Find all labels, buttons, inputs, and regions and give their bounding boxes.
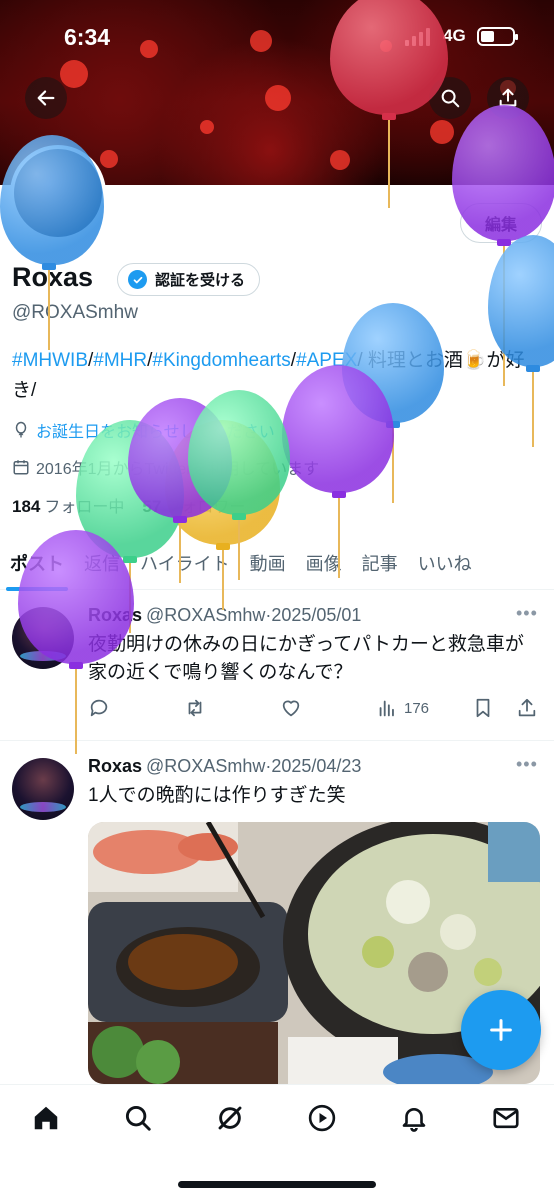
bookmark-button[interactable] xyxy=(472,697,494,719)
tab-videos[interactable]: 動画 xyxy=(240,536,296,590)
verified-badge-icon xyxy=(128,270,147,289)
nav-search[interactable] xyxy=(121,1101,155,1135)
status-time: 6:34 xyxy=(64,24,111,50)
share-icon xyxy=(518,698,536,717)
nav-video[interactable] xyxy=(305,1101,339,1135)
joined-date: 2016年1月からTwitterを利用しています xyxy=(36,461,320,478)
nav-messages[interactable] xyxy=(489,1101,523,1135)
like-button[interactable] xyxy=(280,697,302,719)
search-icon xyxy=(125,1105,151,1131)
birthday-row: お誕生日をお知らせしてください xyxy=(12,418,275,442)
search-button[interactable] xyxy=(429,77,471,119)
battery-icon xyxy=(477,27,518,46)
views-button[interactable]: 176 xyxy=(376,697,429,719)
post-header: Roxas @ROXASmhw·2025/05/01 xyxy=(88,605,362,625)
followers-link[interactable]: 57 フォロワー xyxy=(142,493,245,517)
post-actions: 176 xyxy=(88,697,540,725)
post-author-name[interactable]: Roxas xyxy=(88,756,142,776)
balloon-icon xyxy=(15,421,27,438)
reply-icon xyxy=(90,699,108,717)
compose-button[interactable] xyxy=(461,990,541,1070)
home-indicator xyxy=(178,1181,376,1188)
get-verified-label: 認証を受ける xyxy=(155,272,246,289)
profile-handle: @ROXASmhw xyxy=(12,302,138,323)
like-icon xyxy=(282,700,300,717)
profile-name: Roxas xyxy=(12,262,94,292)
signal-icon xyxy=(405,28,430,46)
post-date: 2025/04/23 xyxy=(271,756,362,776)
views-count: 176 xyxy=(404,699,430,717)
post-author-handle: @ROXASmhw xyxy=(146,756,266,776)
compose-plus-icon xyxy=(490,1019,512,1041)
calendar-icon xyxy=(13,460,29,475)
views-icon xyxy=(379,700,394,717)
profile-bio: #MHWIB/#MHR/#Kingdomhearts/#APEX/ 料理とお酒🍺… xyxy=(12,350,525,401)
post-author-handle: @ROXASmhw xyxy=(146,605,266,625)
repost-icon xyxy=(188,699,202,717)
tab-replies[interactable]: 返信 xyxy=(74,536,130,590)
back-arrow-icon xyxy=(37,90,55,106)
tab-highlights[interactable]: ハイライト xyxy=(130,536,240,590)
post-author-avatar[interactable] xyxy=(12,607,74,669)
post-date: 2025/05/01 xyxy=(271,605,362,625)
share-post-button[interactable] xyxy=(516,697,538,719)
following-link[interactable]: 184 フォロー中 xyxy=(12,493,124,517)
post-author-avatar[interactable] xyxy=(12,758,74,820)
add-birthday-link[interactable]: お誕生日をお知らせしてください xyxy=(36,418,275,442)
tab-posts[interactable]: ポスト xyxy=(0,536,74,591)
nav-notifications[interactable] xyxy=(397,1101,431,1135)
share-button[interactable] xyxy=(487,77,529,119)
nav-grok[interactable] xyxy=(213,1101,247,1135)
share-icon xyxy=(499,88,517,107)
back-button[interactable] xyxy=(25,77,67,119)
post-text: 夜勤明けの休みの日にかぎってパトカーと救急車が家の近くで鳴り響くのなんで？ xyxy=(88,634,524,683)
get-verified-button[interactable]: 認証を受ける xyxy=(117,263,261,296)
nav-home[interactable] xyxy=(29,1101,63,1135)
grok-icon xyxy=(218,1106,242,1130)
home-icon xyxy=(34,1106,58,1130)
hashtag-link[interactable]: #APEX xyxy=(296,350,357,371)
reply-button[interactable] xyxy=(88,697,110,719)
tab-articles[interactable]: 記事 xyxy=(352,536,408,590)
post-more-button[interactable]: ••• xyxy=(516,603,538,624)
post-author-name[interactable]: Roxas xyxy=(88,605,142,625)
tab-photos[interactable]: 画像 xyxy=(296,536,352,590)
search-icon xyxy=(441,89,460,108)
hashtag-link[interactable]: #MHWIB xyxy=(12,350,88,371)
mail-icon xyxy=(493,1107,519,1129)
play-icon xyxy=(308,1104,336,1132)
joined-row: 2016年1月からTwitterを利用しています xyxy=(12,455,319,479)
status-bar: 6:34 4G xyxy=(0,0,554,72)
follow-stats: 184 フォロー中 57 フォロワー xyxy=(12,493,245,517)
profile-avatar[interactable] xyxy=(10,145,106,241)
edit-profile-button[interactable]: 編集 xyxy=(460,203,542,243)
post-text: 1人での晩酌には作りすぎた笑 xyxy=(88,785,346,806)
tab-likes[interactable]: いいね xyxy=(408,536,482,590)
bookmark-icon xyxy=(476,698,490,718)
post-header: Roxas @ROXASmhw·2025/04/23 xyxy=(88,756,362,776)
post-more-button[interactable]: ••• xyxy=(516,754,538,775)
hashtag-link[interactable]: #MHR xyxy=(93,350,147,371)
profile-tabs: ポスト 返信 ハイライト 動画 画像 記事 いいね xyxy=(0,536,554,591)
bell-icon xyxy=(402,1108,426,1132)
hashtag-link[interactable]: #Kingdomhearts xyxy=(152,350,290,371)
repost-button[interactable] xyxy=(184,697,206,719)
network-label: 4G xyxy=(443,26,466,45)
